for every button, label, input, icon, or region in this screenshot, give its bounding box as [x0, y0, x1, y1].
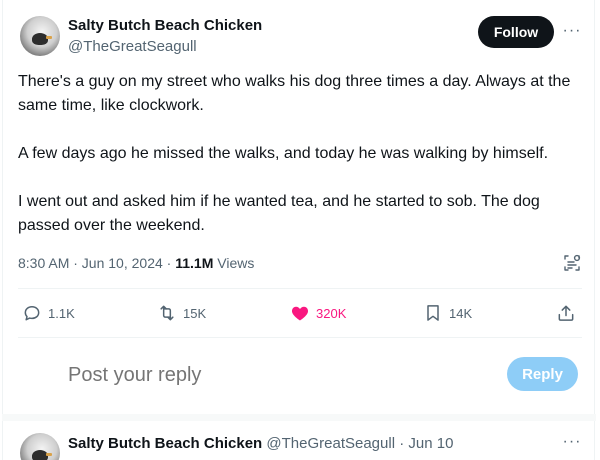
author-name[interactable]: Salty Butch Beach Chicken	[68, 17, 262, 34]
divider	[18, 288, 582, 289]
reply-count: 1.1K	[48, 305, 75, 321]
reply-dot: ·	[395, 435, 409, 452]
timestamp[interactable]: 8:30 AM · Jun 10, 2024	[18, 255, 163, 271]
reply-author-handle[interactable]: @TheGreatSeagull	[266, 435, 395, 452]
like-action[interactable]: 320K	[290, 300, 346, 326]
share-action[interactable]	[556, 300, 576, 326]
share-upload-icon	[558, 305, 574, 321]
reply-button[interactable]: Reply	[507, 357, 578, 391]
views-count: 11.1M	[175, 255, 214, 271]
heart-filled-icon	[291, 306, 309, 321]
speech-bubble-icon	[24, 306, 40, 321]
follow-button[interactable]: Follow	[478, 16, 554, 48]
like-count: 320K	[316, 305, 347, 321]
retweet-count: 15K	[183, 305, 207, 321]
meta-separator: ·	[162, 255, 176, 271]
divider	[18, 337, 582, 338]
retweet-arrows-icon	[160, 305, 174, 321]
tweet-meta: 8:30 AM · Jun 10, 2024 · 11.1M Views	[18, 255, 254, 271]
bookmark-icon	[427, 305, 439, 321]
reply-author-name[interactable]: Salty Butch Beach Chicken	[68, 435, 262, 452]
reply-action[interactable]: 1.1K	[22, 300, 75, 326]
reply-more-options-icon[interactable]: ···	[562, 432, 582, 452]
grok-analyze-icon[interactable]	[562, 253, 582, 273]
reply-text-cutoff	[68, 456, 568, 460]
reply-header: Salty Butch Beach Chicken @TheGreatSeagu…	[68, 435, 453, 452]
author-handle[interactable]: @TheGreatSeagull	[68, 38, 197, 55]
reply-input[interactable]	[68, 360, 448, 390]
section-divider	[2, 414, 596, 421]
bookmark-count: 14K	[449, 305, 473, 321]
views-label: Views	[217, 255, 255, 271]
retweet-action[interactable]: 15K	[157, 300, 206, 326]
tweet-paragraph: A few days ago he missed the walks, and …	[18, 145, 549, 162]
bookmark-action[interactable]: 14K	[423, 300, 472, 326]
reply-date[interactable]: Jun 10	[408, 435, 453, 452]
more-options-icon[interactable]: ···	[562, 21, 582, 41]
tweet-paragraph: There's a guy on my street who walks his…	[18, 73, 571, 114]
tweet-paragraph: I went out and asked him if he wanted te…	[18, 193, 540, 234]
tweet-body: There's a guy on my street who walks his…	[18, 70, 584, 262]
author-avatar[interactable]	[20, 16, 60, 56]
